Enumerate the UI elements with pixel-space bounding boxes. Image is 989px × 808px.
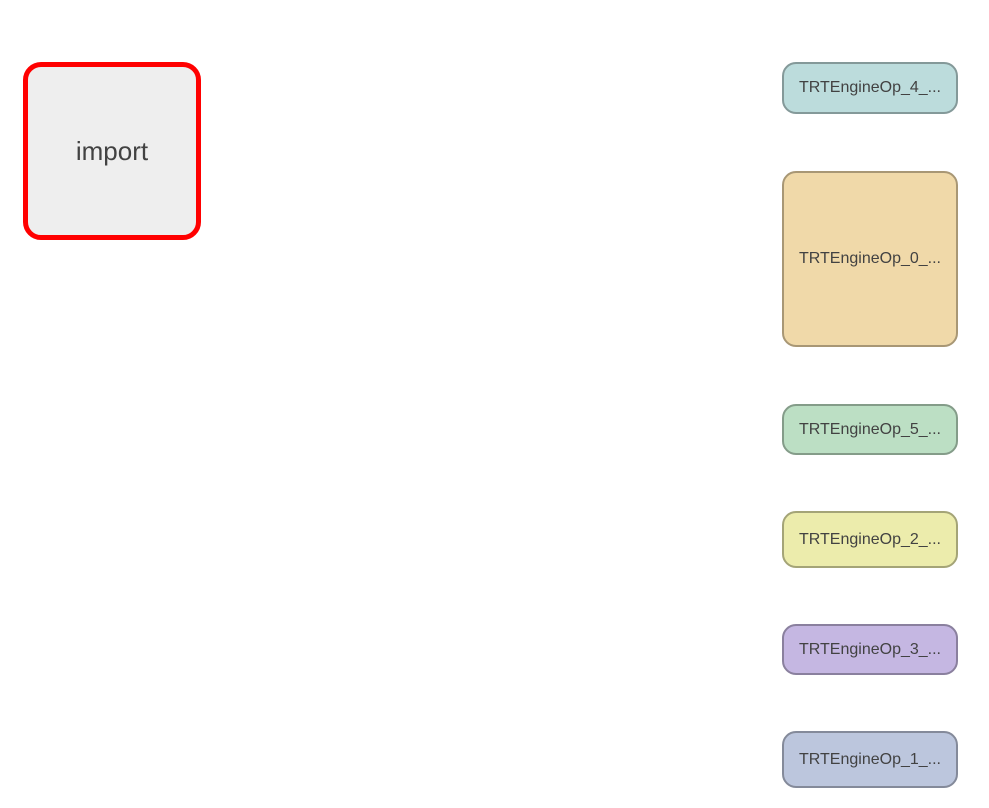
trt-engine-op-4-node[interactable]: TRTEngineOp_4_... — [782, 62, 958, 114]
trt-engine-op-3-label: TRTEngineOp_3_... — [798, 640, 941, 658]
trt-engine-op-2-label: TRTEngineOp_2_... — [798, 530, 941, 548]
trt-engine-op-0-node[interactable]: TRTEngineOp_0_... — [782, 171, 958, 347]
trt-engine-op-5-label: TRTEngineOp_5_... — [798, 420, 941, 438]
trt-engine-op-0-label: TRTEngineOp_0_... — [798, 250, 941, 267]
import-node-label: import — [75, 135, 149, 166]
trt-engine-op-1-node[interactable]: TRTEngineOp_1_... — [782, 731, 958, 788]
trt-engine-op-1-label: TRTEngineOp_1_... — [798, 750, 941, 768]
trt-engine-op-2-node[interactable]: TRTEngineOp_2_... — [782, 511, 958, 568]
graph-canvas[interactable]: import TRTEngineOp_4_... TRTEngineOp_0_.… — [0, 0, 989, 808]
trt-engine-op-4-label: TRTEngineOp_4_... — [798, 79, 941, 96]
trt-engine-op-3-node[interactable]: TRTEngineOp_3_... — [782, 624, 958, 675]
trt-engine-op-5-node[interactable]: TRTEngineOp_5_... — [782, 404, 958, 455]
import-node[interactable]: import — [23, 62, 201, 240]
